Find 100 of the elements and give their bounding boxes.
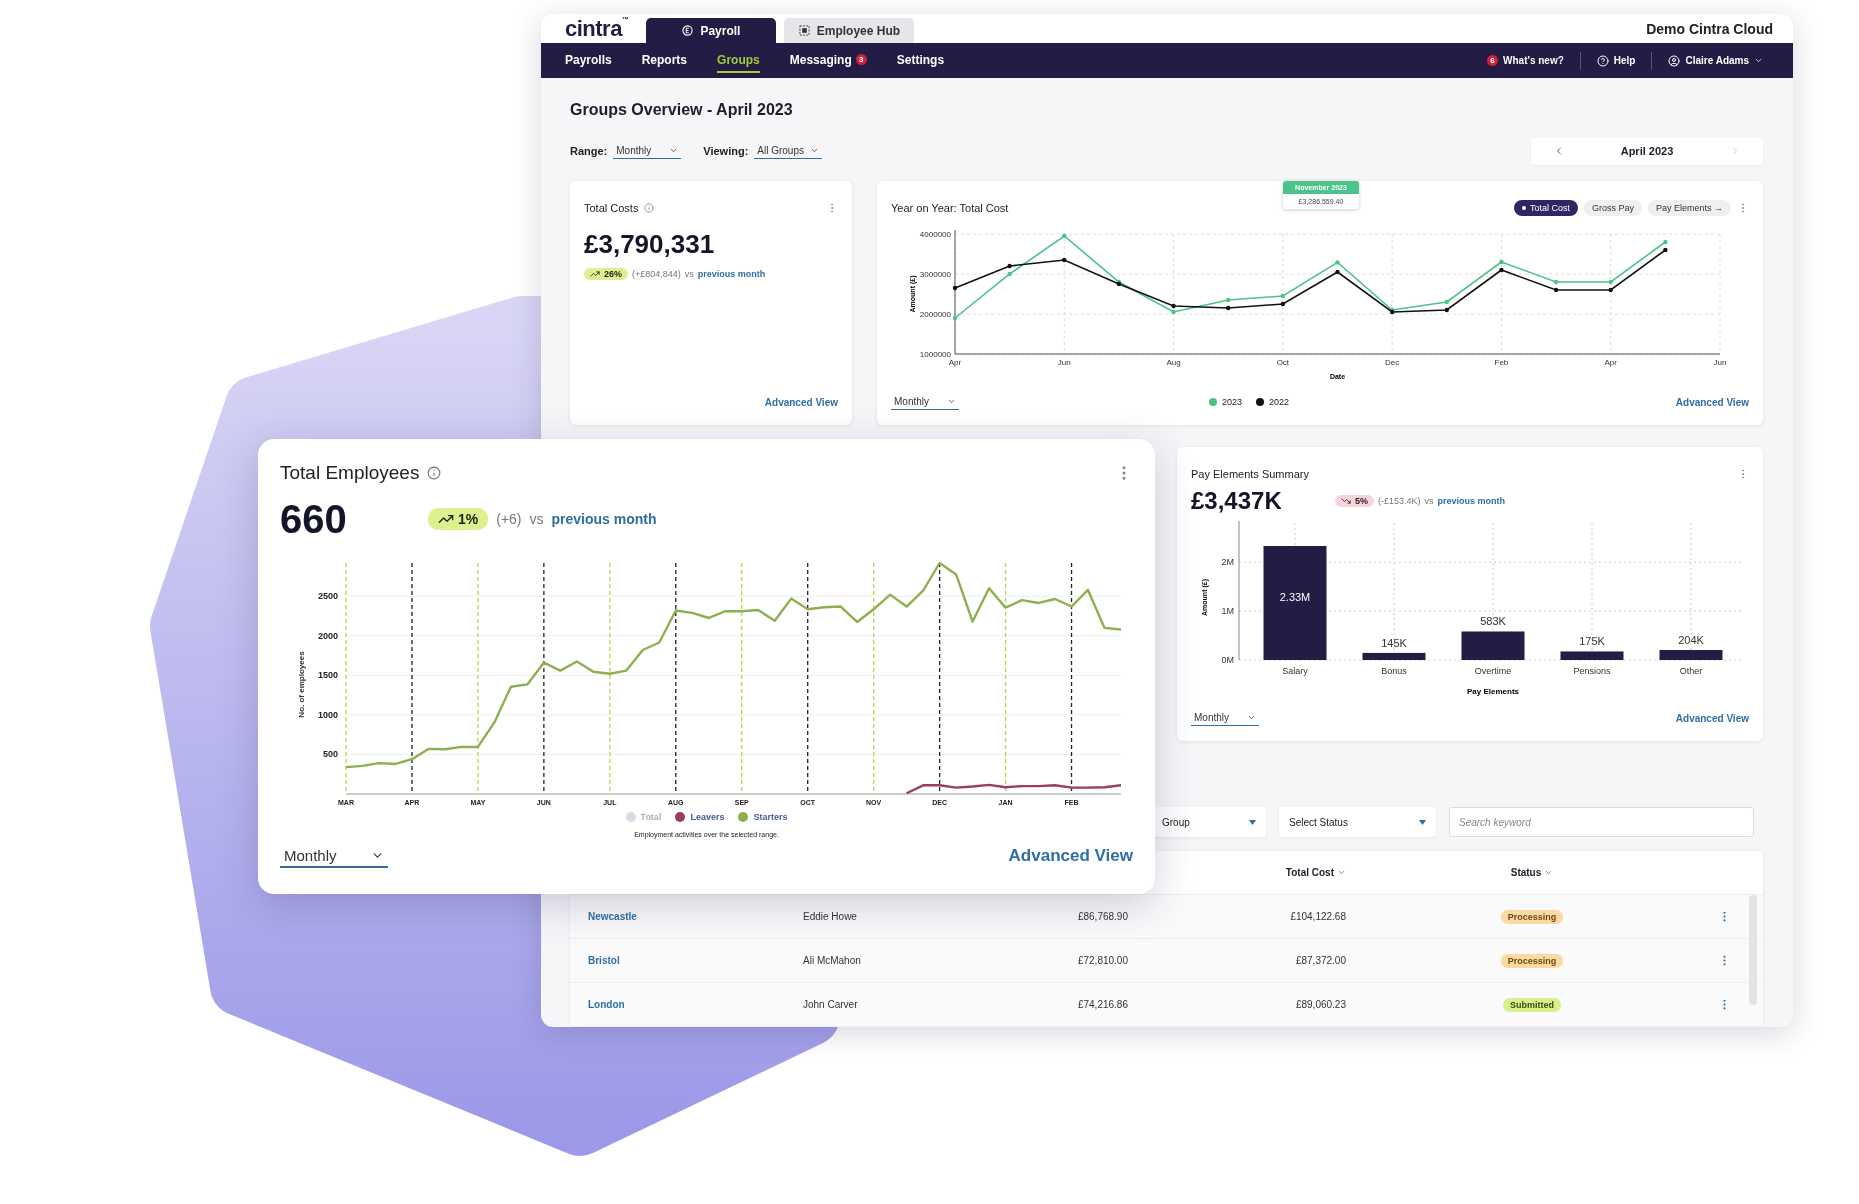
tick-label: Overtime xyxy=(1474,666,1512,676)
change-badge: 1% xyxy=(428,508,489,530)
filter-select[interactable]: Select Status xyxy=(1279,807,1436,837)
coin-icon xyxy=(682,25,694,37)
tick-label: 2000 xyxy=(317,630,338,641)
previous-month-link[interactable]: previous month xyxy=(1437,496,1506,506)
tick-label: 1000 xyxy=(317,709,338,720)
data-point xyxy=(1553,279,1559,285)
chart-toggle[interactable]: Total Cost xyxy=(1513,200,1578,216)
data-point xyxy=(1226,297,1231,303)
change-amount: (-£153.4K) xyxy=(1378,496,1421,506)
app-tab[interactable]: Payroll xyxy=(646,18,777,44)
user-icon xyxy=(1668,54,1681,67)
info-icon xyxy=(644,203,655,213)
data-point xyxy=(1499,267,1504,273)
advanced-view-link[interactable]: Advanced View xyxy=(1008,846,1133,866)
filter-select[interactable]: All Groups xyxy=(754,143,823,159)
range-select[interactable]: Monthly xyxy=(280,844,388,868)
nav-link[interactable]: Settings xyxy=(896,48,945,73)
legend-item: 2022 xyxy=(1256,397,1290,407)
tick-label: Oct xyxy=(1276,358,1290,367)
previous-month-link[interactable]: previous month xyxy=(697,269,766,279)
data-point xyxy=(1444,299,1449,305)
group-link[interactable]: Newcastle xyxy=(588,911,637,922)
bar-value-label: 2.33M xyxy=(1279,591,1311,604)
group-link[interactable]: London xyxy=(588,999,625,1010)
tick-label: 1500 xyxy=(317,670,338,681)
nav-link[interactable]: Messaging 3 xyxy=(789,48,867,73)
caret-icon xyxy=(1249,819,1256,825)
card-title: Total Employees xyxy=(280,462,420,484)
comparison-label: vs xyxy=(529,511,544,527)
range-select[interactable]: Monthly xyxy=(1191,710,1259,726)
caret-icon xyxy=(1419,819,1426,825)
bar-value-label: 583K xyxy=(1480,615,1506,628)
table-cell: £89,060.23 xyxy=(1295,999,1346,1010)
filter-select[interactable]: Monthly xyxy=(613,143,682,159)
table-cell: Eddie Howe xyxy=(803,911,857,922)
info-icon xyxy=(427,466,442,480)
total-costs-value: £3,790,331 xyxy=(584,229,716,260)
tick-label: Jun xyxy=(1057,358,1071,367)
column-header[interactable]: Total Cost xyxy=(1285,867,1346,878)
change-badge: 26% xyxy=(584,268,628,280)
tick-label: 3000000 xyxy=(919,270,951,279)
advanced-view-link[interactable]: Advanced View xyxy=(1675,396,1749,408)
bar-value-label: 204K xyxy=(1678,634,1704,646)
status-badge: Processing xyxy=(1500,953,1564,968)
notification-badge: 3 xyxy=(855,54,867,66)
advanced-view-link[interactable]: Advanced View xyxy=(1675,712,1749,724)
help-link[interactable]: Help xyxy=(1590,54,1642,67)
change-amount: (+6) xyxy=(496,511,522,527)
bar-value-label: 175K xyxy=(1579,635,1605,648)
caret-icon xyxy=(1247,713,1256,722)
bar xyxy=(1362,652,1426,660)
tick-label: Feb xyxy=(1494,358,1509,367)
tick-label: Pensions xyxy=(1573,666,1611,676)
data-point xyxy=(952,285,958,291)
advanced-view-link[interactable]: Advanced View xyxy=(764,396,838,408)
tick-label: 1M xyxy=(1221,606,1234,617)
data-point xyxy=(1335,269,1340,275)
status-badge: Processing xyxy=(1500,909,1564,924)
change-badge: 5% xyxy=(1335,495,1374,507)
data-point xyxy=(1007,263,1012,269)
tick-label: 2500 xyxy=(317,591,338,602)
legend-item[interactable]: Starters xyxy=(738,812,788,822)
data-point xyxy=(1499,259,1504,265)
nav-link[interactable]: Groups xyxy=(717,48,760,73)
data-point xyxy=(1280,301,1286,307)
data-point xyxy=(952,315,958,321)
whats-new-link[interactable]: 6 What's new? xyxy=(1481,55,1570,67)
status-badge: Submitted xyxy=(1503,997,1561,1012)
sort-icon[interactable] xyxy=(1337,868,1346,877)
tick-label: 0M xyxy=(1221,655,1234,665)
nav-link[interactable]: Reports xyxy=(641,48,688,73)
data-point xyxy=(1553,287,1559,293)
tick-label: 2M xyxy=(1221,557,1234,568)
tick-label: Aug xyxy=(1166,358,1181,367)
scrollbar[interactable] xyxy=(1749,895,1757,1005)
tick-label: 1000000 xyxy=(919,350,951,359)
previous-month-link[interactable]: previous month xyxy=(551,511,657,527)
chart-toggle[interactable]: Pay Elements → xyxy=(1647,200,1731,216)
legend-item[interactable]: Leavers xyxy=(675,812,725,822)
account-name: Demo Cintra Cloud xyxy=(1646,20,1774,37)
data-point xyxy=(1608,279,1613,285)
column-header[interactable]: Status xyxy=(1510,867,1554,878)
group-link[interactable]: Bristol xyxy=(588,955,620,966)
range-select[interactable]: Monthly xyxy=(891,394,959,410)
chart-toggle[interactable]: Gross Pay xyxy=(1583,200,1642,216)
data-point xyxy=(1663,247,1668,253)
sort-icon[interactable] xyxy=(1544,868,1554,877)
tick-label: Salary xyxy=(1282,666,1308,676)
bar-value-label: 145K xyxy=(1381,636,1407,649)
table-cell: Ali McMahon xyxy=(803,955,861,966)
user-menu[interactable]: Claire Adams xyxy=(1662,54,1769,67)
search-field[interactable]: Search keyword xyxy=(1449,807,1754,837)
nav-link[interactable]: Payrolls xyxy=(565,48,612,73)
table-cell: £72,810.00 xyxy=(1077,955,1128,966)
pay-elements-value: £3,437K xyxy=(1191,487,1283,515)
filter-select[interactable]: Group xyxy=(1152,807,1266,837)
app-tab[interactable]: Employee Hub xyxy=(784,18,915,44)
legend-item: 2023 xyxy=(1209,397,1243,407)
